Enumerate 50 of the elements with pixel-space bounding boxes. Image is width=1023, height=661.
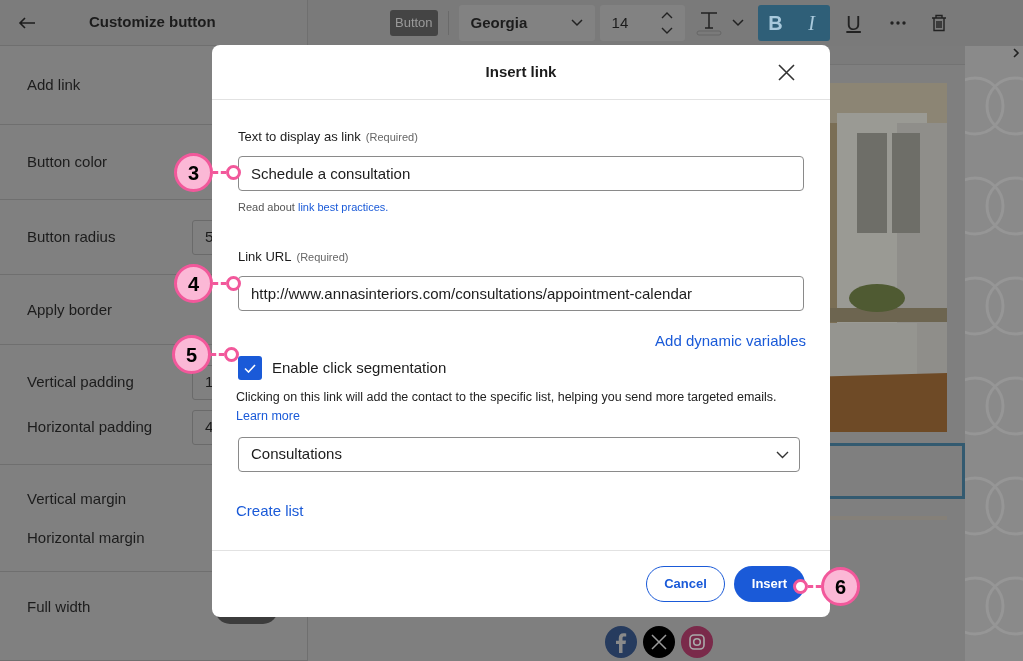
facebook-icon[interactable] bbox=[604, 626, 637, 658]
setting-label: Full width bbox=[27, 596, 92, 617]
learn-more-link[interactable]: Learn more bbox=[236, 407, 300, 426]
description-text: Clicking on this link will add the contact to the specific list, helping you send more targeted emails. bbox=[236, 389, 778, 406]
setting-label: Add link bbox=[27, 75, 82, 96]
checkbox-label: Enable click segmentation bbox=[272, 357, 447, 378]
required-hint: (Required) bbox=[365, 130, 418, 145]
setting-label: Button color bbox=[27, 152, 109, 173]
field-label: Text to display as link bbox=[238, 128, 361, 146]
text-color-icon[interactable] bbox=[695, 10, 722, 36]
create-list-link[interactable]: Create list bbox=[236, 500, 304, 523]
underline-button[interactable]: U bbox=[835, 5, 872, 41]
panel-title: Customize button bbox=[89, 12, 216, 33]
font-dropdown[interactable]: Georgia bbox=[458, 5, 595, 41]
chevron-down-icon[interactable] bbox=[731, 19, 744, 27]
setting-label: Horizontal padding bbox=[27, 417, 154, 438]
font-size-field[interactable]: 14 bbox=[599, 5, 685, 41]
back-arrow-icon[interactable] bbox=[18, 16, 36, 29]
check-icon bbox=[244, 363, 256, 373]
chevron-right-icon[interactable] bbox=[1013, 48, 1020, 58]
bold-button[interactable]: B bbox=[757, 5, 794, 41]
list-dropdown[interactable]: Consultations bbox=[238, 437, 800, 472]
block-tag: Button bbox=[390, 10, 438, 36]
chevron-down-icon bbox=[570, 19, 583, 27]
cancel-button[interactable]: Cancel bbox=[646, 566, 725, 602]
setting-label: Apply border bbox=[27, 299, 114, 320]
close-icon[interactable] bbox=[778, 64, 795, 81]
setting-label: Vertical padding bbox=[27, 371, 135, 392]
x-logo-icon[interactable] bbox=[642, 626, 675, 658]
more-icon[interactable] bbox=[889, 21, 906, 25]
font-name: Georgia bbox=[470, 12, 528, 33]
font-size-value: 14 bbox=[611, 12, 629, 33]
setting-label: Horizontal margin bbox=[27, 527, 146, 548]
instagram-icon[interactable] bbox=[680, 626, 713, 658]
chevron-down-icon bbox=[776, 450, 789, 459]
required-hint: (Required) bbox=[296, 250, 349, 265]
text-input-field[interactable]: Schedule a consultation bbox=[238, 155, 804, 191]
best-practices-link[interactable]: link best practices. bbox=[297, 200, 389, 213]
insert-button[interactable]: Insert bbox=[734, 566, 805, 602]
field-label: Link URL bbox=[238, 248, 292, 266]
setting-label: Vertical margin bbox=[27, 488, 128, 509]
setting-label: Button radius bbox=[27, 227, 117, 248]
dialog-title: Insert link bbox=[485, 61, 557, 82]
checkbox[interactable] bbox=[238, 356, 262, 380]
dynamic-variables-link[interactable]: Add dynamic variables bbox=[655, 329, 806, 352]
trash-icon[interactable] bbox=[930, 14, 947, 32]
url-input-field[interactable]: http://www.annasinteriors.com/consultations/appointment-calendar bbox=[238, 275, 804, 311]
stepper-icon[interactable] bbox=[660, 12, 673, 34]
help-text: Read about link best practices. bbox=[238, 199, 390, 215]
italic-button[interactable]: I bbox=[793, 5, 830, 41]
